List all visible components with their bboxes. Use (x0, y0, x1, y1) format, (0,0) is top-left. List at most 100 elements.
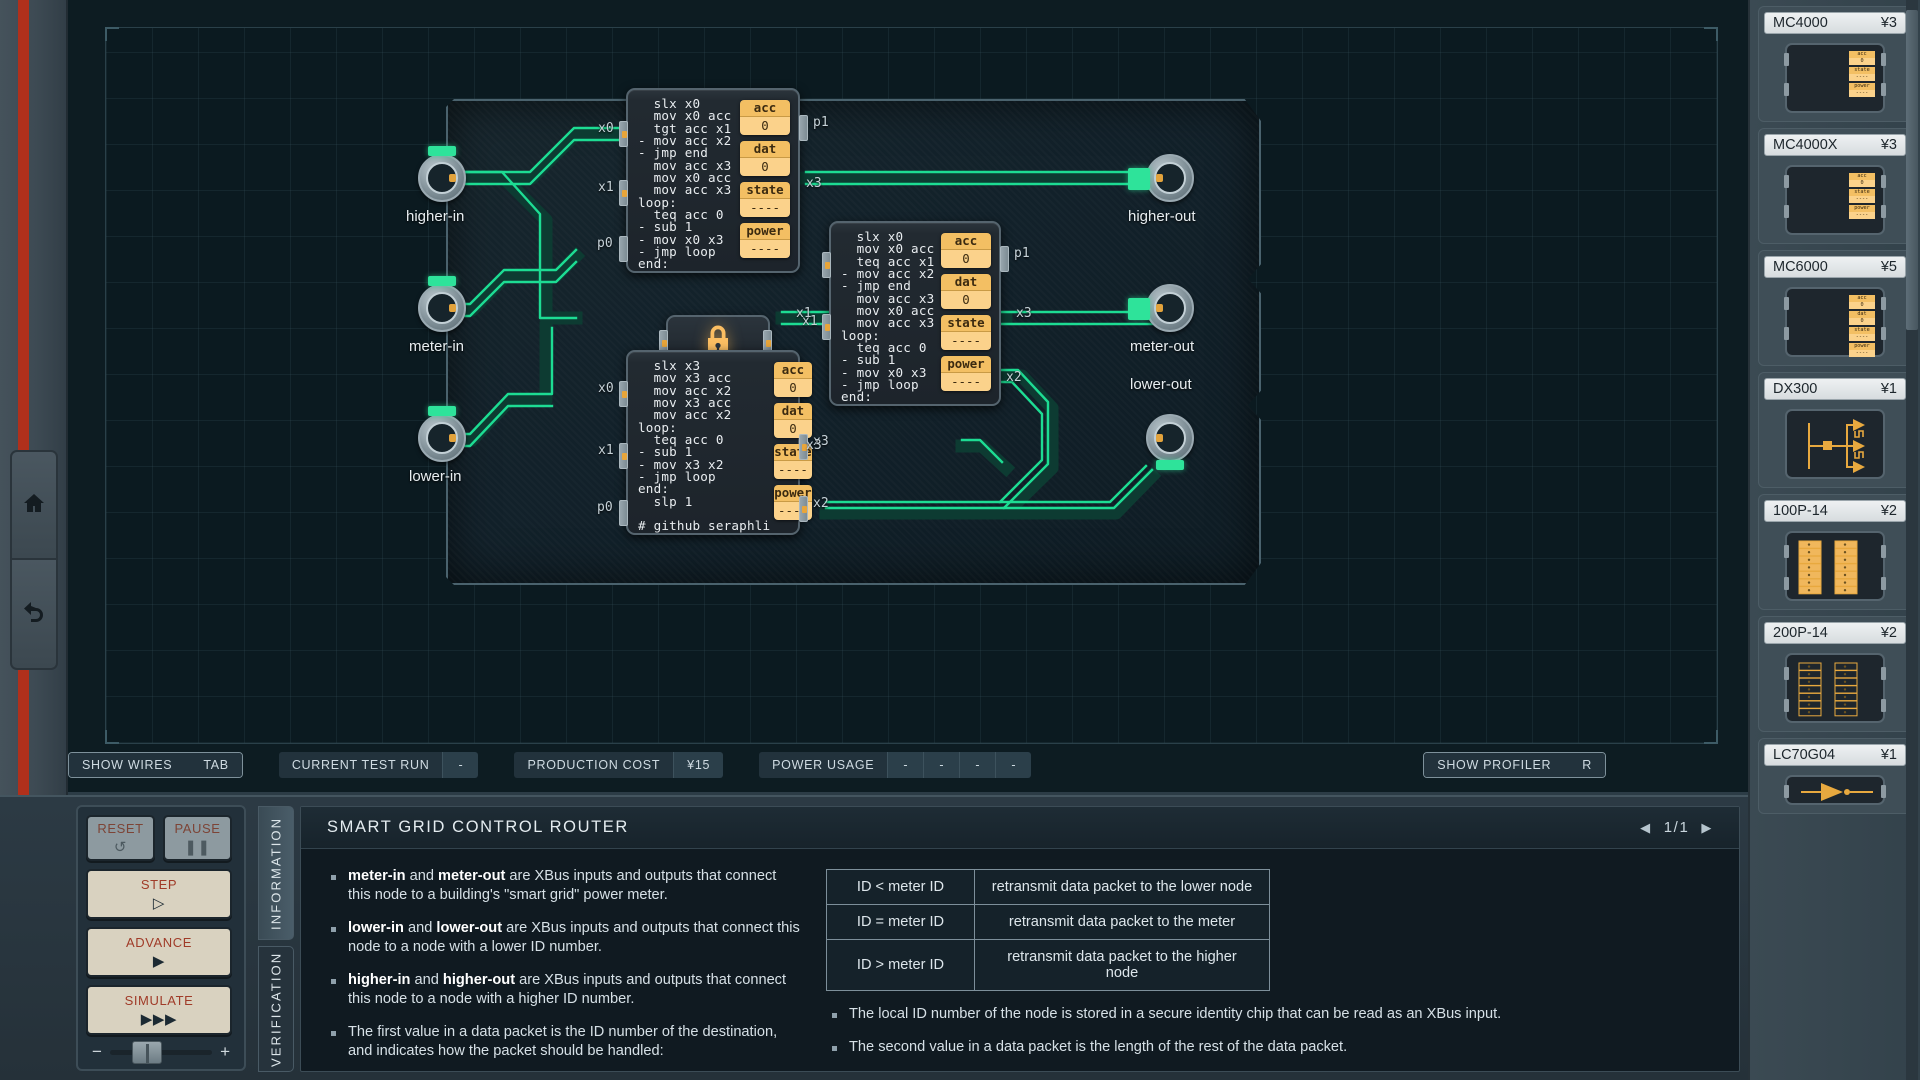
register-power: power ---- (941, 356, 991, 391)
part-thumbnail (1785, 531, 1885, 601)
chevron-left-icon[interactable]: ◀ (1640, 820, 1652, 836)
port-pin (449, 304, 456, 312)
register-group: acc 0 dat 0 state ---- power ---- (941, 231, 991, 398)
reset-button[interactable]: RESET ↺ (86, 815, 155, 861)
module-mc6000-bottom-left[interactable]: slx x3 mov x3 acc mov acc x2 mov x3 acc … (626, 350, 800, 535)
pin-label-x0: x0 (598, 121, 614, 136)
production-cost-group: PRODUCTION COST ¥15 (514, 752, 723, 778)
port-meter-out[interactable] (1146, 284, 1194, 332)
pin-pad[interactable] (619, 180, 628, 206)
pin-pad[interactable] (619, 236, 628, 262)
port-label-lower-in: lower-in (409, 468, 462, 485)
pin-pad[interactable] (822, 314, 831, 340)
mini-pin-pad (1881, 53, 1886, 66)
bullet-text: The local ID number of the node is store… (849, 1005, 1501, 1024)
register-acc: acc 0 (774, 362, 811, 397)
port-higher-out[interactable] (1146, 154, 1194, 202)
port-stub (1128, 298, 1150, 320)
register-acc: acc 0 (740, 100, 790, 135)
part-cost: ¥5 (1881, 259, 1897, 275)
list-item: lower-in and lower-out are XBus inputs a… (325, 919, 800, 957)
register-name: dat (774, 403, 811, 420)
table-row: ID < meter ID retransmit data packet to … (827, 870, 1270, 905)
bottom-panel: RESET ↺ PAUSE ❚❚ STEP ▷ ADVANCE ▶ SIMULA… (0, 795, 1748, 1080)
module-mc6000-middle[interactable]: slx x0 mov x0 acc teq acc x1 - mov acc x… (829, 221, 1001, 406)
mini-pin-pad (1784, 699, 1789, 712)
advance-button[interactable]: ADVANCE ▶ (86, 927, 232, 977)
module-mc6000-top-left[interactable]: slx x0 mov x0 acc tgt acc x1 - mov acc x… (626, 88, 800, 273)
part-thumbnail (1785, 653, 1885, 723)
simulate-button[interactable]: SIMULATE ▶▶▶ (86, 985, 232, 1035)
register-dat: dat 0 (740, 141, 790, 176)
mini-register-dat: dat0 (1849, 311, 1875, 325)
part-mc4000x[interactable]: MC4000X¥3acc0state----power---- (1758, 128, 1912, 244)
home-icon (21, 491, 47, 520)
speed-increase[interactable]: + (220, 1042, 230, 1062)
pin-pad[interactable] (822, 252, 831, 278)
list-item: The local ID number of the node is store… (826, 1005, 1715, 1024)
port-meter-in[interactable] (418, 284, 466, 332)
wire-label-x2: x2 (1006, 370, 1022, 385)
tab-verification[interactable]: VERIFICATION (258, 946, 294, 1072)
module-code[interactable]: slx x3 mov x3 acc mov acc x2 mov x3 acc … (638, 360, 770, 508)
port-label-meter-in: meter-in (409, 338, 464, 355)
pin-pad[interactable] (619, 381, 628, 407)
show-wires-group[interactable]: SHOW WIRES TAB (68, 752, 243, 778)
pin-pad[interactable] (619, 121, 628, 147)
speed-track[interactable] (110, 1050, 212, 1055)
current-test-run-label: CURRENT TEST RUN (279, 752, 443, 778)
part-dx300[interactable]: DX300¥1 (1758, 372, 1912, 488)
show-profiler-group[interactable]: SHOW PROFILER R (1423, 752, 1606, 778)
port-lower-out[interactable] (1146, 414, 1194, 462)
undo-icon (21, 600, 47, 629)
part-200p-14[interactable]: 200P-14¥2 (1758, 616, 1912, 732)
speed-knob[interactable] (132, 1041, 162, 1064)
module-code[interactable]: slx x0 mov x0 acc tgt acc x1 - mov acc x… (638, 98, 736, 265)
circuit-board-area[interactable]: higher-in meter-in lower-in (68, 0, 1748, 795)
list-item: meter-in and meter-out are XBus inputs a… (325, 867, 800, 905)
wire-label-x3b: x3 (806, 438, 822, 453)
table-cell-condition: ID < meter ID (827, 870, 975, 905)
port-pin (1156, 304, 1163, 312)
pin-pad[interactable] (799, 115, 808, 141)
panel-tabs: INFORMATION VERIFICATION (258, 806, 294, 1072)
mini-pin-pad (1784, 545, 1789, 558)
port-label-higher-in: higher-in (406, 208, 464, 225)
pin-pad[interactable] (619, 443, 628, 469)
current-test-run-value: - (442, 752, 478, 778)
port-higher-in[interactable] (418, 154, 466, 202)
pin-pad[interactable] (619, 500, 628, 526)
part-mc4000[interactable]: MC4000¥3acc0state----power---- (1758, 6, 1912, 122)
part-100p-14[interactable]: 100P-14¥2 (1758, 494, 1912, 610)
register-name: power (941, 356, 991, 373)
speed-slider[interactable]: − + (86, 1042, 236, 1062)
register-value: ---- (740, 199, 790, 217)
pin-pad[interactable] (799, 496, 808, 522)
parts-sidebar[interactable]: MC4000¥3acc0state----power----MC4000X¥3a… (1748, 0, 1920, 1080)
register-value: ---- (941, 332, 991, 350)
board-grid: higher-in meter-in lower-in (105, 27, 1718, 744)
mini-pin-pad (1881, 83, 1886, 96)
part-mc6000[interactable]: MC6000¥5acc0dat0state----power---- (1758, 250, 1912, 366)
pin-pad[interactable] (1000, 246, 1009, 272)
mini-register-acc: acc0 (1849, 51, 1875, 65)
step-label: STEP (141, 877, 177, 892)
register-power: power ---- (740, 223, 790, 258)
wire-label-x3: x3 (1016, 306, 1032, 321)
home-button[interactable] (10, 450, 58, 560)
undo-button[interactable] (10, 560, 58, 670)
module-code[interactable]: slx x0 mov x0 acc teq acc x1 - mov acc x… (841, 231, 937, 398)
speed-decrease[interactable]: − (92, 1042, 102, 1062)
part-lc70g04[interactable]: LC70G04¥1 (1758, 738, 1912, 814)
pause-button[interactable]: PAUSE ❚❚ (163, 815, 232, 861)
port-lower-in[interactable] (418, 414, 466, 462)
bullet-text: higher-in and higher-out are XBus inputs… (348, 971, 800, 1009)
tab-information[interactable]: INFORMATION (258, 806, 294, 940)
page-title: SMART GRID CONTROL ROUTER (327, 818, 629, 837)
sidebar-scrollbar-thumb[interactable] (1906, 10, 1918, 330)
current-test-run-group: CURRENT TEST RUN - (279, 752, 479, 778)
step-button[interactable]: STEP ▷ (86, 869, 232, 919)
chevron-right-icon[interactable]: ▶ (1701, 820, 1713, 836)
register-state: state ---- (941, 315, 991, 350)
part-header: DX300¥1 (1764, 378, 1906, 400)
